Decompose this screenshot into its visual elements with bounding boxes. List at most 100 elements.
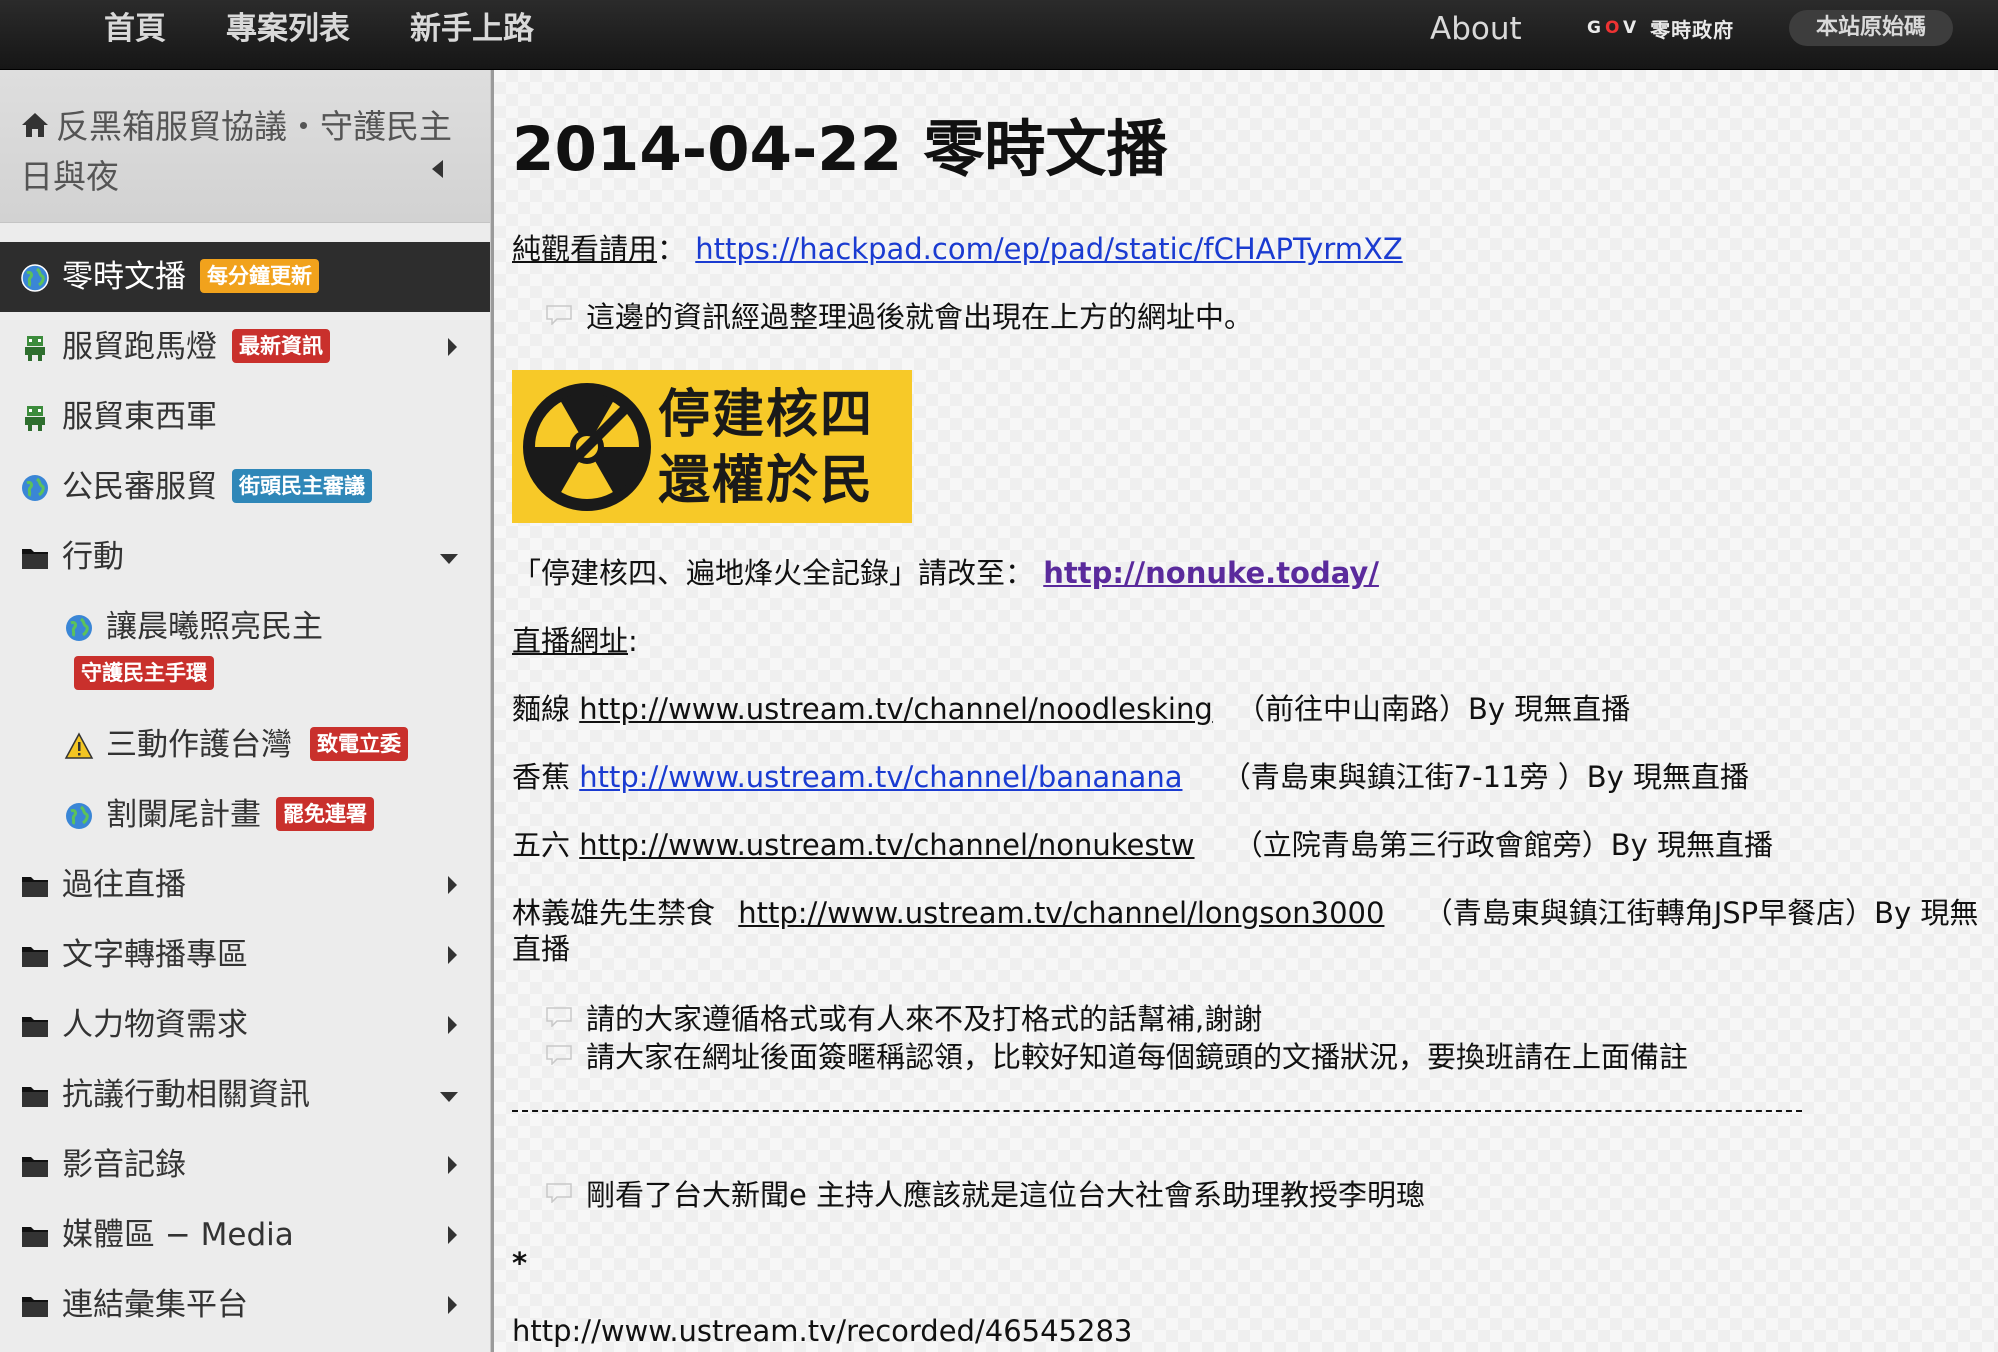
sidebar-item-label: 行動 — [62, 539, 124, 575]
top-navbar: 首頁 專案列表 新手上路 About GOV 零時政府 本站原始碼 — [0, 0, 1998, 70]
comment-text: 請的大家遵循格式或有人來不及打格式的話幫補,謝謝 — [586, 1002, 1263, 1036]
g0v-name: 零時政府 — [1650, 17, 1735, 42]
view-only-line: 純觀看請用： https://hackpad.com/ep/pad/static… — [512, 230, 1403, 268]
sidebar-item-supplies[interactable]: 人力物資需求 — [0, 990, 490, 1060]
nav-about-link[interactable]: About — [1430, 0, 1522, 58]
comment-icon[interactable] — [546, 305, 572, 325]
sidebar-item-label: 抗議行動相關資訊 — [62, 1077, 310, 1113]
stream-line: 林義雄先生禁食 http://www.ustream.tv/channel/lo… — [512, 896, 1979, 930]
sidebar-item-marquee[interactable]: 服貿跑馬燈 最新資訊 — [0, 312, 490, 382]
recall-badge: 罷免連署 — [276, 797, 374, 831]
folder-icon — [22, 549, 48, 569]
robot-icon — [25, 336, 45, 361]
sidebar-item-label: 三動作護台灣 — [106, 727, 292, 763]
globe-icon — [66, 615, 92, 641]
sidebar-item-live-text[interactable]: 零時文播 每分鐘更新 — [0, 242, 490, 312]
banner-text: 停建核四還權於民 — [658, 384, 875, 511]
comment-icon[interactable] — [546, 1045, 572, 1065]
comment-line: 請的大家遵循格式或有人來不及打格式的話幫補,謝謝 — [546, 1000, 1262, 1038]
recorded-url-text: http://www.ustream.tv/recorded/46545283 — [512, 1314, 1133, 1348]
sidebar-title[interactable]: 反黑箱服貿協議・守護民主日與夜 — [20, 102, 480, 202]
comment-icon[interactable] — [546, 1183, 572, 1203]
sidebar-item-label: 零時文播 — [62, 259, 186, 295]
chevron-right-icon — [448, 338, 457, 356]
collapse-sidebar-icon[interactable] — [432, 160, 443, 178]
page-title: 2014-04-22 零時文播 — [512, 114, 1168, 185]
stream-link[interactable]: http://www.ustream.tv/channel/nonukestw — [579, 828, 1194, 862]
sidebar-item-links[interactable]: 連結彙集平台 — [0, 1270, 490, 1340]
sidebar-item-actions[interactable]: 行動 — [0, 522, 490, 592]
folder-icon — [22, 947, 48, 967]
globe-icon — [66, 803, 92, 829]
folder-icon — [22, 1297, 48, 1317]
sidebar-item-media[interactable]: 媒體區 − Media — [0, 1200, 490, 1270]
static-pad-link[interactable]: https://hackpad.com/ep/pad/static/fCHAPT… — [695, 232, 1402, 266]
nonuke-line: 「停建核四、遍地烽火全記錄」請改至： http://nonuke.today/ — [512, 554, 1379, 592]
globe-icon — [22, 475, 48, 501]
stream-line: 香蕉 http://www.ustream.tv/channel/bananan… — [512, 760, 1750, 794]
stream-link[interactable]: http://www.ustream.tv/channel/bananana — [579, 760, 1182, 794]
folder-icon — [22, 1157, 48, 1177]
folder-icon — [22, 1017, 48, 1037]
stream-link[interactable]: http://www.ustream.tv/channel/longson300… — [738, 896, 1384, 930]
chevron-right-icon — [448, 1156, 457, 1174]
sidebar-item-citizen-review[interactable]: 公民審服貿 街頭民主審議 — [0, 452, 490, 522]
nav-projects-link[interactable]: 專案列表 — [196, 0, 380, 69]
bullet-star: * — [512, 1246, 528, 1280]
sidebar-item-label: 文字轉播專區 — [62, 937, 248, 973]
sidebar-item-text-relay[interactable]: 文字轉播專區 — [0, 920, 490, 990]
update-badge: 每分鐘更新 — [200, 259, 319, 293]
call-badge: 致電立委 — [310, 727, 408, 761]
comment-icon[interactable] — [546, 1007, 572, 1027]
nonuke-banner-image[interactable]: 停建核四還權於民 — [512, 370, 912, 523]
nav-newbie-link[interactable]: 新手上路 — [380, 0, 564, 69]
sidebar-item-label: 公民審服貿 — [62, 469, 217, 505]
globe-icon — [21, 264, 49, 292]
nav-home-link[interactable]: 首頁 — [0, 0, 196, 69]
view-only-sep: ： — [657, 232, 687, 266]
nonuke-link[interactable]: http://nonuke.today/ — [1043, 556, 1379, 590]
warning-icon — [64, 732, 94, 759]
sidebar-item-label: 服貿跑馬燈 — [62, 329, 217, 365]
chevron-down-icon — [440, 1092, 458, 1102]
stream-link[interactable]: http://www.ustream.tv/channel/noodleskin… — [579, 692, 1213, 726]
sidebar-item-past-live[interactable]: 過往直播 — [0, 850, 490, 920]
sidebar-item-east-west[interactable]: 服貿東西軍 — [0, 382, 490, 452]
view-only-label: 純觀看請用 — [512, 232, 658, 266]
sidebar-item-appendectomy[interactable]: 割闌尾計畫 罷免連署 — [0, 780, 490, 850]
sidebar-item-label: 割闌尾計畫 — [106, 797, 261, 833]
chevron-right-icon — [448, 1226, 457, 1244]
sidebar-item-video[interactable]: 影音記錄 — [0, 1130, 490, 1200]
sidebar-item-label: 讓晨曦照亮民主 — [106, 609, 323, 645]
sidebar-list: 零時文播 每分鐘更新 服貿跑馬燈 最新資訊 服貿東西軍 公民審服貿 街頭民主審議… — [0, 242, 490, 1340]
stream-line: 五六 http://www.ustream.tv/channel/nonukes… — [512, 828, 1774, 862]
dashed-divider — [512, 1110, 1802, 1112]
comment-line: 剛看了台大新聞e 主持人應該就是這位台大社會系助理教授李明璁 — [546, 1176, 1425, 1214]
sidebar-item-label: 連結彙集平台 — [62, 1287, 248, 1323]
live-heading: 直播網址: — [512, 624, 638, 658]
sidebar-item-label: 影音記錄 — [62, 1147, 186, 1183]
sidebar-item-dawn[interactable]: 讓晨曦照亮民主 守護民主手環 — [0, 592, 490, 710]
news-badge: 最新資訊 — [232, 329, 330, 363]
folder-icon — [22, 1227, 48, 1247]
chevron-right-icon — [448, 1296, 457, 1314]
wristband-badge: 守護民主手環 — [74, 656, 214, 690]
radiation-icon — [523, 383, 651, 511]
top-nav: 首頁 專案列表 新手上路 — [0, 0, 564, 69]
robot-icon — [25, 406, 45, 431]
chevron-right-icon — [448, 1016, 457, 1034]
live-label: 直播網址 — [512, 624, 629, 658]
sidebar-item-label: 服貿東西軍 — [62, 399, 217, 435]
sidebar-item-label: 過往直播 — [62, 867, 186, 903]
chevron-right-icon — [448, 876, 457, 894]
comment-line: 這邊的資訊經過整理過後就會出現在上方的網址中。 — [546, 298, 1253, 336]
sidebar-item-three-actions[interactable]: 三動作護台灣 致電立委 — [0, 710, 490, 780]
source-code-button[interactable]: 本站原始碼 — [1789, 10, 1953, 46]
stream-line: 麵線 http://www.ustream.tv/channel/noodles… — [512, 692, 1631, 726]
sidebar-item-protest-info[interactable]: 抗議行動相關資訊 — [0, 1060, 490, 1130]
sidebar-item-label: 人力物資需求 — [62, 1007, 248, 1043]
sidebar-header: 反黑箱服貿協議・守護民主日與夜 — [0, 70, 490, 223]
folder-icon — [22, 877, 48, 897]
chevron-right-icon — [448, 946, 457, 964]
g0v-logo[interactable]: GOV 零時政府 — [1587, 13, 1734, 43]
